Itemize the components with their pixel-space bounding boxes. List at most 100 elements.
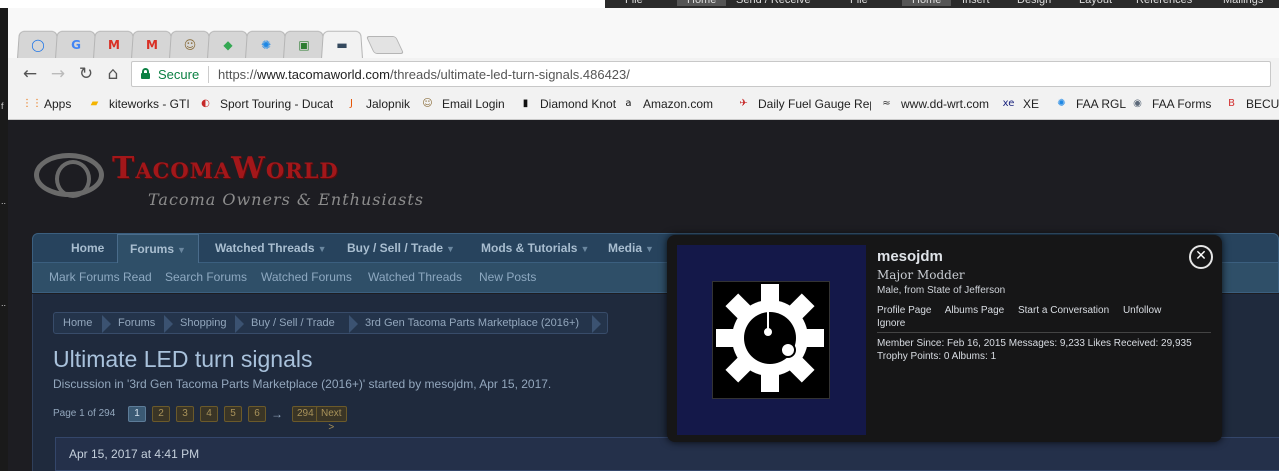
url-text[interactable]: https://www.tacomaworld.com/threads/ulti…	[218, 67, 630, 82]
ribbon-tab-layout[interactable]: Layout	[1079, 0, 1112, 6]
breadcrumb-item[interactable]: Forums	[118, 317, 155, 329]
bookmark-becu[interactable]: BECU	[1246, 97, 1279, 111]
profile-page-link[interactable]: Profile Page	[877, 305, 931, 316]
start-conversation-link[interactable]: Start a Conversation	[1018, 305, 1109, 316]
unfollow-link[interactable]: Unfollow	[1123, 305, 1161, 316]
close-icon[interactable]: ✕	[1189, 245, 1213, 269]
ribbon-tab-file[interactable]: File	[850, 0, 868, 6]
subnav-new-posts[interactable]: New Posts	[479, 270, 536, 284]
secure-label: Secure	[158, 67, 200, 82]
bookmark-email-login[interactable]: Email Login	[442, 97, 505, 111]
person-icon: ☺	[183, 38, 197, 52]
breadcrumb-item[interactable]: 3rd Gen Tacoma Parts Marketplace (2016+)	[365, 317, 579, 329]
ribbon-tab-send-receive[interactable]: Send / Receive	[736, 0, 811, 6]
page-3-button[interactable]: 3	[176, 406, 194, 422]
bookmark-faa-rgl[interactable]: FAA RGL	[1076, 97, 1126, 111]
bookmark-jalopnik[interactable]: Jalopnik	[366, 97, 410, 111]
breadcrumb-chevron-icon	[235, 315, 244, 333]
ribbon-tab-home[interactable]: Home	[677, 0, 727, 6]
tab-mods-tutorials[interactable]: Mods & Tutorials ▼	[469, 234, 601, 264]
background-window-edge: f .. ..	[0, 8, 8, 471]
back-arrow-icon[interactable]: ←	[20, 64, 40, 84]
popup-stats: Member Since: Feb 16, 2015 Messages: 9,2…	[877, 338, 1192, 362]
bookmark-apps[interactable]: Apps	[44, 97, 71, 111]
ribbon-tab-home[interactable]: Home	[902, 0, 952, 6]
bookmark-sport-touring-ducati[interactable]: Sport Touring - Ducati	[220, 97, 333, 111]
breadcrumb-item[interactable]: Buy / Sell / Trade	[251, 317, 335, 329]
person-icon: ☺	[422, 98, 433, 109]
subnav-search-forums[interactable]: Search Forums	[165, 270, 247, 284]
subnav-watched-threads[interactable]: Watched Threads	[368, 270, 462, 284]
nav-tab-label: Forums	[130, 242, 175, 256]
tab-home[interactable]: Home	[59, 234, 116, 264]
bookmark-amazon-com[interactable]: Amazon.com	[643, 97, 713, 111]
jalopnik-icon: J	[350, 98, 353, 109]
page-2-button[interactable]: 2	[152, 406, 170, 422]
tab-watched-threads[interactable]: Watched Threads ▼	[203, 234, 339, 264]
bottle-icon: ▮	[522, 98, 529, 109]
bookmark-www-dd-wrt-com[interactable]: www.dd-wrt.com	[901, 97, 989, 111]
page-1-button[interactable]: 1	[128, 406, 146, 422]
page-5-button[interactable]: 5	[224, 406, 242, 422]
bookmark-daily-fuel-gauge-rep[interactable]: Daily Fuel Gauge Rep	[758, 97, 871, 111]
ignore-link[interactable]: Ignore	[877, 318, 905, 329]
page-count-label: Page 1 of 294	[53, 408, 116, 419]
popup-location: Male, from State of Jefferson	[877, 285, 1006, 296]
avatar[interactable]	[677, 245, 866, 435]
chevron-down-icon: ▼	[317, 244, 327, 254]
page-4-button[interactable]: 4	[200, 406, 218, 422]
ribbon-tab-file[interactable]: File	[625, 0, 643, 6]
subnav-watched-forums[interactable]: Watched Forums	[261, 270, 352, 284]
tab-buy-sell-trade[interactable]: Buy / Sell / Trade ▼	[335, 234, 467, 264]
nav-tab-label: Home	[71, 241, 105, 255]
tab-media[interactable]: Media ▼	[596, 234, 666, 264]
forward-arrow-icon[interactable]: →	[48, 64, 68, 84]
faa-icon: ✺	[1057, 98, 1066, 109]
breadcrumb-chevron-icon	[102, 315, 111, 333]
breadcrumb-item[interactable]: Shopping	[180, 317, 227, 329]
url-prefix: https://	[218, 67, 258, 82]
thread-meta: Discussion in '3rd Gen Tacoma Parts Mark…	[53, 377, 552, 391]
photo-icon: ▣	[298, 38, 310, 52]
navigation-bar: ← → ↻ ⌂ Secure https://www.tacomaworld.c…	[8, 58, 1279, 90]
ribbon-tab-insert[interactable]: Insert	[962, 0, 990, 6]
ribbon-tab-references[interactable]: References	[1136, 0, 1192, 6]
popup-rank: Major Modder	[877, 268, 965, 282]
chevron-down-icon: ▼	[580, 244, 590, 254]
breadcrumb-chevron-icon	[349, 315, 358, 333]
page-6-button[interactable]: 6	[248, 406, 266, 422]
url-path: /threads/ultimate-led-turn-signals.48642…	[389, 67, 630, 82]
chevron-down-icon: ▼	[177, 245, 186, 255]
tab-forums[interactable]: Forums ▼	[117, 234, 199, 264]
bookmark-kiteworks-gti[interactable]: kiteworks - GTI	[109, 97, 190, 111]
ribbon-tab-mailings[interactable]: Mailings	[1223, 0, 1263, 6]
bookmark-xe[interactable]: XE	[1023, 97, 1039, 111]
last-page-button[interactable]: 294	[292, 406, 319, 422]
post-date[interactable]: Apr 15, 2017 at 4:41 PM	[69, 447, 199, 461]
ddwrt-icon: ≈	[882, 98, 891, 109]
new-tab-button[interactable]	[365, 36, 405, 54]
nav-tab-label: Media	[608, 241, 643, 255]
next-page-button[interactable]: Next >	[316, 406, 347, 433]
popup-username[interactable]: mesojdm	[877, 248, 943, 265]
amazon-icon: a	[625, 98, 632, 109]
contacts-icon: G	[71, 38, 81, 52]
edge-fragment: f	[1, 101, 4, 111]
home-icon[interactable]: ⌂	[103, 64, 123, 84]
reload-icon[interactable]: ↻	[76, 64, 96, 84]
subnav-mark-forums-read[interactable]: Mark Forums Read	[49, 270, 152, 284]
address-bar[interactable]: Secure https://www.tacomaworld.com/threa…	[131, 61, 1271, 87]
bookmark-diamond-knot[interactable]: Diamond Knot	[540, 97, 616, 111]
bookmark-faa-forms[interactable]: FAA Forms	[1152, 97, 1211, 111]
popup-links: Profile Page Albums Page Start a Convers…	[877, 304, 1207, 330]
folder-icon: ▰	[90, 98, 99, 109]
albums-page-link[interactable]: Albums Page	[945, 305, 1004, 316]
ribbon-tab-design[interactable]: Design	[1017, 0, 1051, 6]
breadcrumb-item[interactable]: Home	[63, 317, 92, 329]
background-app-ribbon: File Home Send / Receive File Home Insert Desi…	[605, 0, 1279, 8]
chevron-down-icon: ▼	[645, 244, 654, 254]
breadcrumb: Home Forums Shopping Buy / Sell / Trade 3rd …	[53, 312, 608, 334]
site-logo-title[interactable]: TacomaWorld	[112, 151, 339, 186]
page-title: Ultimate LED turn signals	[53, 346, 313, 372]
toyota-logo-icon[interactable]	[34, 153, 104, 198]
